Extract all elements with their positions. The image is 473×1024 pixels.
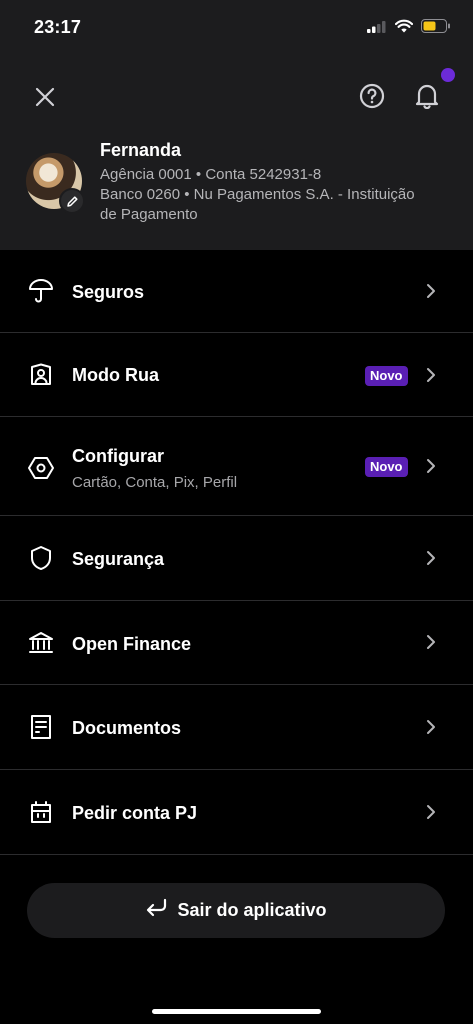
new-badge: Novo <box>365 457 408 477</box>
profile-header: Fernanda Agência 0001 • Conta 5242931-8 … <box>0 56 473 250</box>
menu-item-modo-rua[interactable]: Modo Rua Novo <box>0 333 473 417</box>
menu-item-open-finance[interactable]: Open Finance <box>0 601 473 685</box>
menu-item-seguros[interactable]: Seguros <box>0 250 473 333</box>
menu-item-label: Open Finance <box>72 634 192 654</box>
bank-icon <box>28 630 54 656</box>
person-shield-icon <box>28 362 54 388</box>
chevron-right-icon <box>423 804 439 820</box>
document-icon <box>28 714 54 740</box>
menu-item-configurar[interactable]: Configurar Cartão, Conta, Pix, Perfil No… <box>0 417 473 516</box>
new-badge: Novo <box>365 366 408 386</box>
help-button[interactable] <box>355 79 389 113</box>
chevron-right-icon <box>423 283 439 299</box>
logout-button[interactable]: Sair do aplicativo <box>27 883 445 938</box>
edit-avatar-button[interactable] <box>59 188 85 214</box>
menu-item-label: Configurar <box>72 446 164 466</box>
menu-item-pedir-conta-pj[interactable]: Pedir conta PJ <box>0 770 473 855</box>
profile-name: Fernanda <box>100 140 182 160</box>
battery-icon <box>421 19 451 38</box>
chevron-right-icon <box>423 367 439 383</box>
close-button[interactable] <box>28 80 62 114</box>
menu-item-seguranca[interactable]: Segurança <box>0 516 473 601</box>
cellular-signal-icon <box>367 20 387 38</box>
menu-item-label: Documentos <box>72 718 182 738</box>
menu-item-subtitle: Cartão, Conta, Pix, Perfil <box>72 474 238 491</box>
status-icons <box>367 19 451 38</box>
settings-hexagon-icon <box>28 455 54 481</box>
account-info: Agência 0001 • Conta 5242931-8 <box>100 166 322 183</box>
settings-menu: Seguros Modo Rua Novo Configurar Cartão,… <box>0 250 473 855</box>
chevron-right-icon <box>423 634 439 650</box>
building-icon <box>28 799 54 825</box>
chevron-right-icon <box>423 719 439 735</box>
menu-item-label: Segurança <box>72 549 165 569</box>
menu-item-label: Seguros <box>72 282 145 302</box>
menu-item-documentos[interactable]: Documentos <box>0 685 473 770</box>
shield-icon <box>28 545 54 571</box>
menu-item-label: Modo Rua <box>72 365 159 385</box>
menu-item-label: Pedir conta PJ <box>72 803 198 823</box>
close-icon <box>35 87 55 107</box>
profile-info: Fernanda Agência 0001 • Conta 5242931-8 … <box>26 138 456 238</box>
notifications-button[interactable] <box>409 78 445 114</box>
return-arrow-icon <box>145 898 167 923</box>
bell-icon <box>415 84 439 109</box>
wifi-icon <box>394 19 414 38</box>
pencil-icon <box>66 195 78 207</box>
help-icon <box>359 83 385 109</box>
notification-dot <box>441 68 455 82</box>
bank-info-continued: de Pagamento <box>100 206 198 223</box>
chevron-right-icon <box>423 550 439 566</box>
chevron-right-icon <box>423 458 439 474</box>
home-indicator <box>152 1009 321 1014</box>
status-time: 23:17 <box>34 17 82 37</box>
status-bar: 23:17 <box>0 0 473 56</box>
logout-label: Sair do aplicativo <box>177 900 327 920</box>
umbrella-icon <box>28 278 54 304</box>
bank-info: Banco 0260 • Nu Pagamentos S.A. - Instit… <box>100 186 415 203</box>
